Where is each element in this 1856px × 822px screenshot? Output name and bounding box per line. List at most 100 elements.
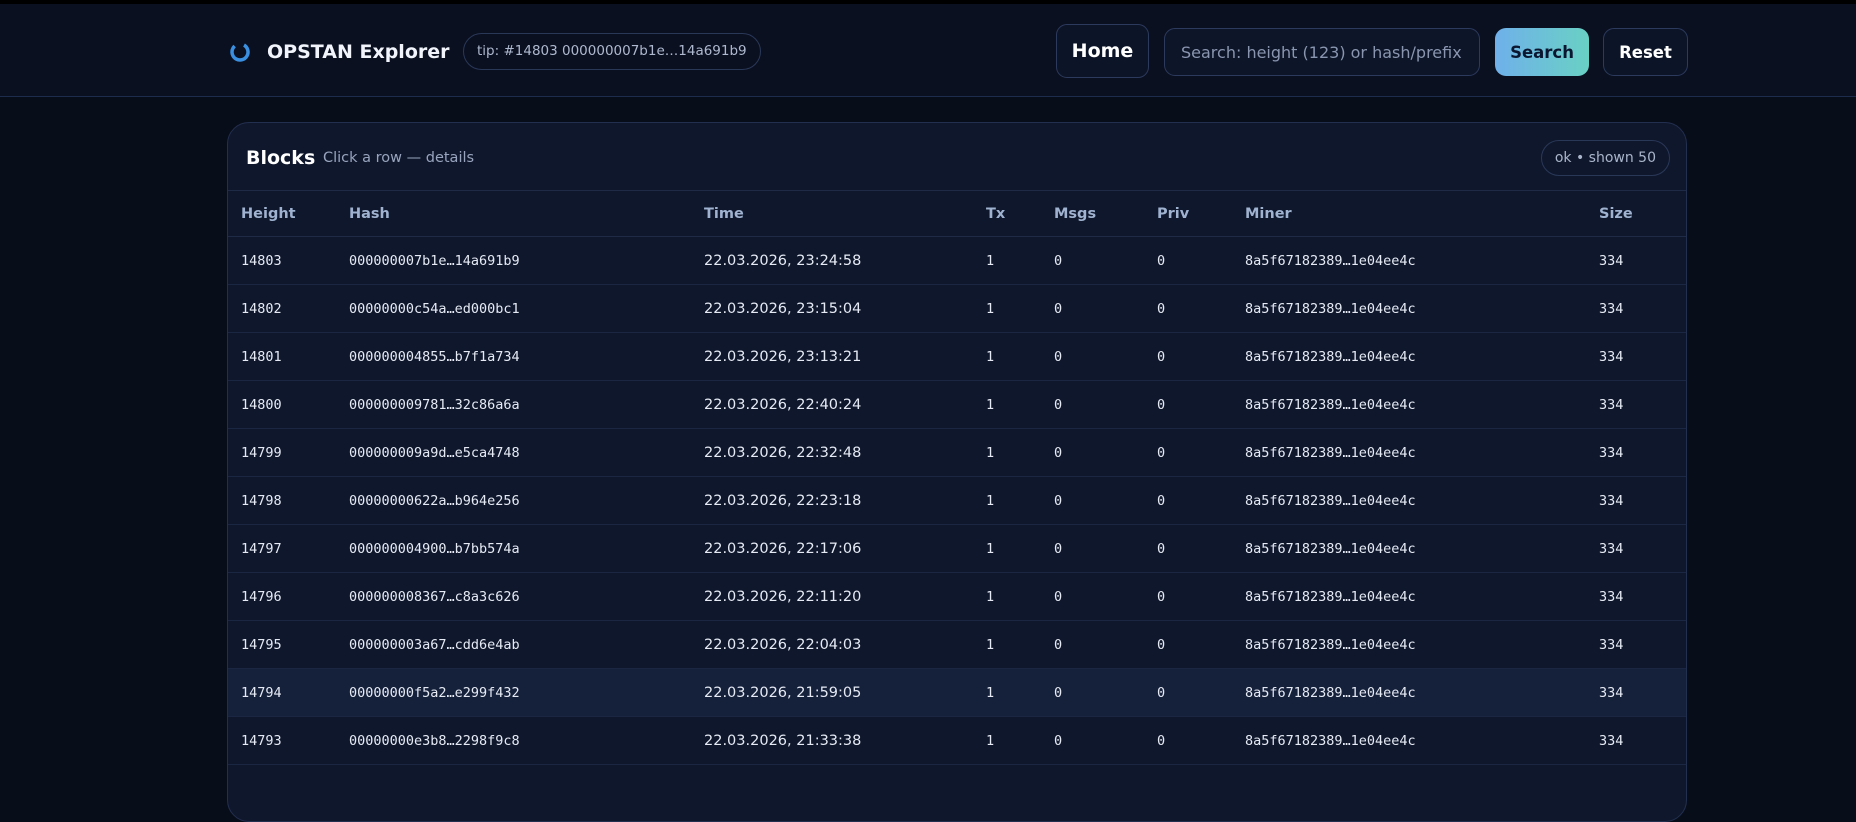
cell-size: 334 bbox=[1586, 668, 1686, 717]
table-row[interactable]: 14798 00000000622a…b964e256 22.03.2026, … bbox=[228, 476, 1686, 525]
cell-priv: 0 bbox=[1144, 476, 1232, 525]
cell-tx: 1 bbox=[973, 572, 1041, 621]
cell-priv: 0 bbox=[1144, 620, 1232, 669]
table-row[interactable]: 14799 000000009a9d…e5ca4748 22.03.2026, … bbox=[228, 428, 1686, 477]
cell-hash: 000000007b1e…14a691b9 bbox=[336, 236, 691, 285]
column-header-time[interactable]: Time bbox=[691, 191, 973, 237]
cell-height: 14796 bbox=[228, 572, 336, 621]
cell-height: 14799 bbox=[228, 428, 336, 477]
cell-priv: 0 bbox=[1144, 716, 1232, 765]
cell-msgs: 0 bbox=[1041, 668, 1144, 717]
cell-msgs: 0 bbox=[1041, 716, 1144, 765]
cell-miner: 8a5f67182389…1e04ee4c bbox=[1232, 716, 1586, 765]
cell-tx: 1 bbox=[973, 380, 1041, 429]
cell-size: 334 bbox=[1586, 236, 1686, 285]
column-header-msgs[interactable]: Msgs bbox=[1041, 191, 1144, 237]
panel-title: Blocks bbox=[246, 147, 316, 169]
cell-time: 22.03.2026, 22:17:06 bbox=[691, 524, 973, 573]
cell-size: 334 bbox=[1586, 332, 1686, 381]
cell-msgs: 0 bbox=[1041, 620, 1144, 669]
cell-size: 334 bbox=[1586, 524, 1686, 573]
table-row[interactable]: 14795 000000003a67…cdd6e4ab 22.03.2026, … bbox=[228, 620, 1686, 669]
cell-tx: 1 bbox=[973, 236, 1041, 285]
cell-hash: 000000003a67…cdd6e4ab bbox=[336, 620, 691, 669]
header-bar: OPSTAN Explorer tip: #14803 000000007b1e… bbox=[0, 4, 1856, 97]
cell-priv: 0 bbox=[1144, 668, 1232, 717]
cell-tx: 1 bbox=[973, 428, 1041, 477]
cell-msgs: 0 bbox=[1041, 284, 1144, 333]
cell-hash: 000000009a9d…e5ca4748 bbox=[336, 428, 691, 477]
cell-tx: 1 bbox=[973, 620, 1041, 669]
table-row[interactable]: 14796 000000008367…c8a3c626 22.03.2026, … bbox=[228, 572, 1686, 621]
cell-time: 22.03.2026, 23:13:21 bbox=[691, 332, 973, 381]
cell-priv: 0 bbox=[1144, 524, 1232, 573]
cell-msgs: 0 bbox=[1041, 524, 1144, 573]
column-header-height[interactable]: Height bbox=[228, 191, 336, 237]
home-button[interactable]: Home bbox=[1056, 24, 1149, 78]
cell-height: 14795 bbox=[228, 620, 336, 669]
search-button[interactable]: Search bbox=[1495, 28, 1589, 76]
cell-height: 14802 bbox=[228, 284, 336, 333]
cell-size: 334 bbox=[1586, 476, 1686, 525]
cell-time: 22.03.2026, 22:11:20 bbox=[691, 572, 973, 621]
cell-miner: 8a5f67182389…1e04ee4c bbox=[1232, 332, 1586, 381]
cell-height: 14794 bbox=[228, 668, 336, 717]
reset-button[interactable]: Reset bbox=[1603, 28, 1688, 76]
cell-hash: 000000004900…b7bb574a bbox=[336, 524, 691, 573]
cell-height: 14803 bbox=[228, 236, 336, 285]
cell-height: 14797 bbox=[228, 524, 336, 573]
table-row[interactable]: 14801 000000004855…b7f1a734 22.03.2026, … bbox=[228, 332, 1686, 381]
cell-time: 22.03.2026, 21:33:38 bbox=[691, 716, 973, 765]
cell-tx: 1 bbox=[973, 332, 1041, 381]
table-row[interactable]: 14794 00000000f5a2…e299f432 22.03.2026, … bbox=[228, 668, 1686, 717]
cell-miner: 8a5f67182389…1e04ee4c bbox=[1232, 428, 1586, 477]
column-header-tx[interactable]: Tx bbox=[973, 191, 1041, 237]
cell-priv: 0 bbox=[1144, 332, 1232, 381]
cell-hash: 00000000c54a…ed000bc1 bbox=[336, 284, 691, 333]
cell-time: 22.03.2026, 22:40:24 bbox=[691, 380, 973, 429]
cell-size: 334 bbox=[1586, 428, 1686, 477]
table-row[interactable]: 14800 000000009781…32c86a6a 22.03.2026, … bbox=[228, 380, 1686, 429]
table-row[interactable]: 14802 00000000c54a…ed000bc1 22.03.2026, … bbox=[228, 284, 1686, 333]
cell-tx: 1 bbox=[973, 476, 1041, 525]
cell-miner: 8a5f67182389…1e04ee4c bbox=[1232, 620, 1586, 669]
panel-header: Blocks Click a row — details ok • shown … bbox=[228, 123, 1686, 191]
cell-hash: 00000000f5a2…e299f432 bbox=[336, 668, 691, 717]
cell-priv: 0 bbox=[1144, 428, 1232, 477]
cell-time: 22.03.2026, 23:24:58 bbox=[691, 236, 973, 285]
cell-height: 14801 bbox=[228, 332, 336, 381]
cell-priv: 0 bbox=[1144, 380, 1232, 429]
column-header-hash[interactable]: Hash bbox=[336, 191, 691, 237]
cell-miner: 8a5f67182389…1e04ee4c bbox=[1232, 668, 1586, 717]
column-header-priv[interactable]: Priv bbox=[1144, 191, 1232, 237]
cell-msgs: 0 bbox=[1041, 236, 1144, 285]
table-row[interactable]: 14793 00000000e3b8…2298f9c8 22.03.2026, … bbox=[228, 716, 1686, 765]
cell-hash: 00000000622a…b964e256 bbox=[336, 476, 691, 525]
cell-size: 334 bbox=[1586, 572, 1686, 621]
column-header-miner[interactable]: Miner bbox=[1232, 191, 1586, 237]
cell-hash: 000000009781…32c86a6a bbox=[336, 380, 691, 429]
cell-miner: 8a5f67182389…1e04ee4c bbox=[1232, 476, 1586, 525]
cell-tx: 1 bbox=[973, 284, 1041, 333]
cell-size: 334 bbox=[1586, 716, 1686, 765]
cell-size: 334 bbox=[1586, 380, 1686, 429]
cell-tx: 1 bbox=[973, 716, 1041, 765]
cell-time: 22.03.2026, 21:59:05 bbox=[691, 668, 973, 717]
status-badge: ok • shown 50 bbox=[1540, 140, 1670, 176]
tip-badge: tip: #14803 000000007b1e…14a691b9 bbox=[463, 33, 761, 70]
cell-height: 14800 bbox=[228, 380, 336, 429]
search-input[interactable] bbox=[1164, 28, 1480, 76]
cell-miner: 8a5f67182389…1e04ee4c bbox=[1232, 572, 1586, 621]
panel-subtitle: Click a row — details bbox=[323, 150, 475, 166]
cell-miner: 8a5f67182389…1e04ee4c bbox=[1232, 284, 1586, 333]
table-header-row: Height Hash Time Tx Msgs Priv Miner Size bbox=[228, 191, 1686, 237]
column-header-size[interactable]: Size bbox=[1586, 191, 1686, 237]
cell-time: 22.03.2026, 22:04:03 bbox=[691, 620, 973, 669]
cell-hash: 00000000e3b8…2298f9c8 bbox=[336, 716, 691, 765]
table-row[interactable]: 14797 000000004900…b7bb574a 22.03.2026, … bbox=[228, 524, 1686, 573]
cell-height: 14793 bbox=[228, 716, 336, 765]
cell-miner: 8a5f67182389…1e04ee4c bbox=[1232, 380, 1586, 429]
brand-title[interactable]: OPSTAN Explorer bbox=[267, 41, 450, 63]
cell-msgs: 0 bbox=[1041, 572, 1144, 621]
table-row[interactable]: 14803 000000007b1e…14a691b9 22.03.2026, … bbox=[228, 236, 1686, 285]
